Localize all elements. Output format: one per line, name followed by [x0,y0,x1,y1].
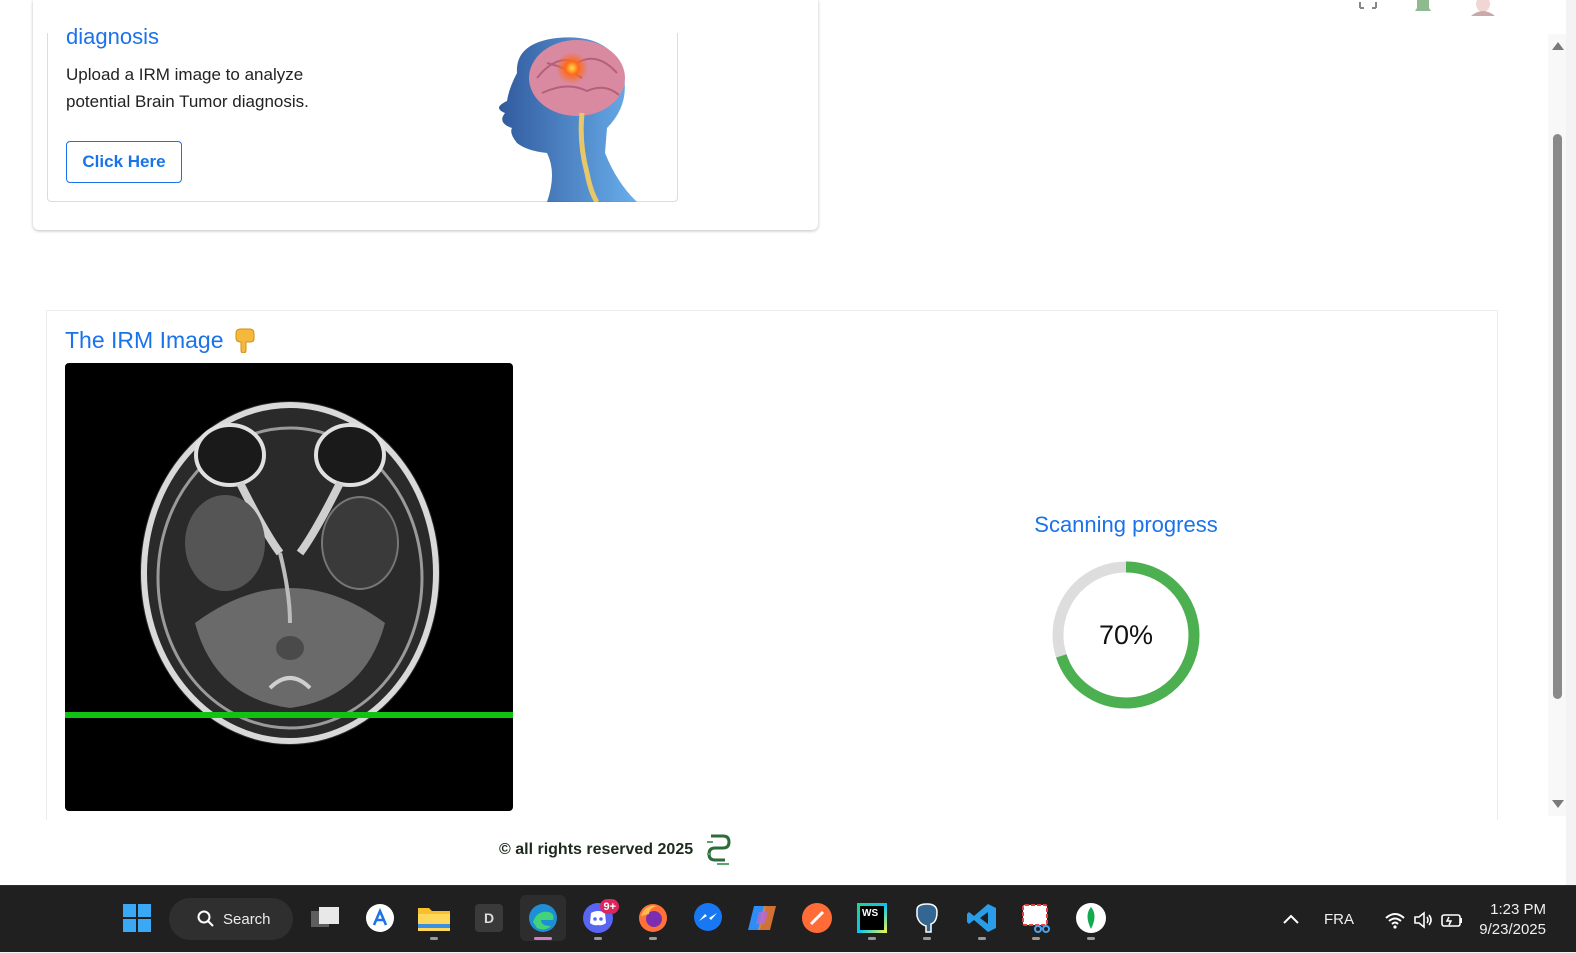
vscode-app[interactable] [959,895,1005,941]
scrollbar-thumb[interactable] [1553,134,1562,699]
firefox-icon [639,904,667,932]
browser-viewport: diagnosis Upload a IRM image to analyze … [0,0,1566,885]
search-icon [197,910,214,927]
running-indicator [978,937,986,940]
chevron-up-icon[interactable] [1280,910,1302,930]
windows-start-button[interactable] [114,895,160,941]
dev-app-icon: D [475,904,503,932]
webstorm-icon: WS [857,903,887,933]
search-label: Search [223,910,271,928]
postman-icon [802,903,832,933]
mongodb-compass-app[interactable] [1068,895,1114,941]
irm-title: The IRM Image [65,325,256,355]
page-content: diagnosis Upload a IRM image to analyze … [0,0,1548,885]
copilot-app[interactable] [739,895,785,941]
avatar[interactable] [1468,0,1498,16]
postgresql-elephant-icon [916,903,938,933]
running-indicator [594,937,602,940]
running-indicator [1087,937,1095,940]
vertical-scrollbar[interactable] [1548,34,1566,816]
running-indicator [923,937,931,940]
click-here-button[interactable]: Click Here [66,141,182,183]
scroll-up-arrow-icon[interactable] [1552,42,1564,50]
dev-app[interactable]: D [466,895,512,941]
messenger-app[interactable] [685,895,731,941]
running-indicator [430,937,438,940]
volume-icon[interactable] [1412,910,1434,930]
notification-badge: 9+ [600,899,619,914]
taskbar-search[interactable]: Search [169,898,293,940]
folder-icon [418,908,450,931]
mongodb-leaf-icon [1076,903,1106,933]
firefox-app[interactable] [630,895,676,941]
edge-app[interactable] [520,895,566,941]
windows-taskbar: Search D 9+ WS FRA 1:23 PM 9/23/2025 [0,885,1576,952]
brand-logo [707,834,731,865]
fullscreen-icon[interactable] [1358,0,1378,10]
messenger-icon [694,903,722,931]
app-store-icon [366,904,394,932]
app-store-app[interactable] [357,895,403,941]
card-description: Upload a IRM image to analyze potential … [66,65,309,111]
running-indicator [649,937,657,940]
snipping-tool-icon [1022,904,1050,933]
running-indicator [868,937,876,940]
battery-icon[interactable] [1440,910,1464,930]
footer: © all rights reserved 2025 [499,830,733,870]
discord-app[interactable]: 9+ [575,895,621,941]
card-heading: diagnosis [66,24,159,49]
postman-app[interactable] [794,895,840,941]
system-tray: FRA [1280,886,1464,953]
pgadmin-app[interactable] [904,895,950,941]
system-clock[interactable]: 1:23 PM 9/23/2025 [1479,900,1546,940]
clock-time: 1:23 PM [1490,901,1546,918]
file-explorer-app[interactable] [411,895,457,941]
top-toolbar [1358,0,1498,18]
active-indicator [534,937,552,940]
clock-date: 9/23/2025 [1479,921,1546,938]
brain-illustration [498,37,637,202]
wifi-icon[interactable] [1384,910,1406,930]
running-indicator [1032,937,1040,940]
copyright-text: © all rights reserved 2025 [499,841,694,858]
progress-percent: 70% [1098,619,1154,650]
scan-line [65,712,513,718]
language-indicator[interactable]: FRA [1324,911,1354,928]
webstorm-app[interactable]: WS [849,895,895,941]
pointing-down-hand-icon [235,328,254,353]
scanning-progress-title: Scanning progress [1034,512,1218,537]
task-view-button[interactable] [302,895,348,941]
task-view-icon [311,907,339,927]
snipping-tool-app[interactable] [1013,895,1059,941]
vscode-icon [967,904,996,932]
copilot-icon [748,906,776,930]
mri-scan-picture [140,401,440,745]
irm-title-text: The IRM Image [65,327,224,353]
edge-icon [529,904,557,932]
windows-logo-icon [123,904,151,932]
webstorm-letters: WS [860,906,884,930]
scroll-down-arrow-icon[interactable] [1552,800,1564,808]
mri-image [65,363,513,811]
bell-icon[interactable] [1412,0,1434,12]
